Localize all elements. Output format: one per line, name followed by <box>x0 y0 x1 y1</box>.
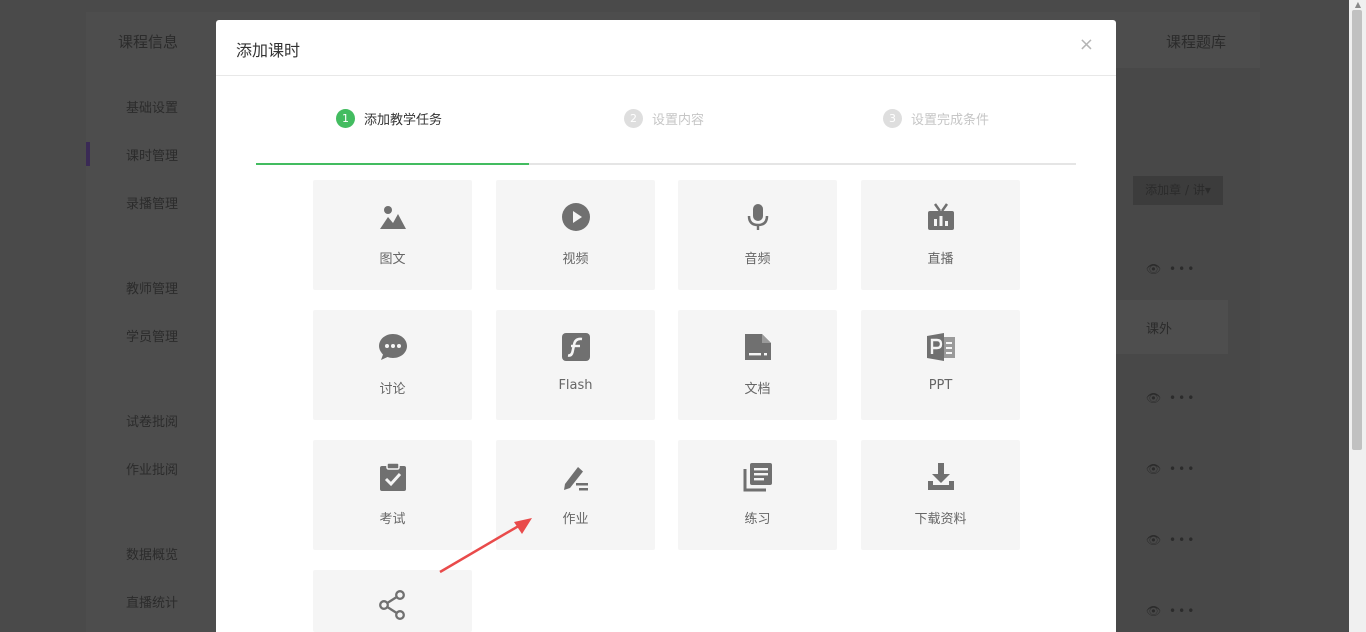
sidebar-active-indicator <box>86 142 90 166</box>
task-tile-label: 音频 <box>744 252 771 267</box>
task-tile-audio[interactable]: 音频 <box>678 180 837 290</box>
background-tab-course-info: 课程信息 <box>118 33 179 51</box>
task-tile-label: 练习 <box>744 512 771 527</box>
step-3-label: 设置完成条件 <box>911 112 990 128</box>
task-tile-image-text[interactable]: 图文 <box>313 180 472 290</box>
image-icon <box>313 202 472 234</box>
task-tile-video[interactable]: 视频 <box>496 180 655 290</box>
sidebar-item-student-management: 学员管理 <box>126 330 179 345</box>
background-outside-label: 课外 <box>1146 322 1173 337</box>
background-row-actions: 👁 ••• <box>1146 604 1197 618</box>
scroll-up-icon[interactable]: ▲ <box>1352 0 1364 10</box>
sidebar-item-teacher-management: 教师管理 <box>126 282 179 297</box>
task-tile-label: 讨论 <box>379 382 406 397</box>
step-1-number: 1 <box>336 108 355 128</box>
background-add-chapter-button: 添加章 / 讲▾ <box>1133 176 1223 205</box>
modal-title: 添加课时 <box>236 41 301 60</box>
task-tile-live[interactable]: 直播 <box>861 180 1020 290</box>
step-1: 1 添加教学任务 <box>336 108 442 128</box>
task-tile-label: Flash <box>558 378 593 393</box>
step-1-label: 添加教学任务 <box>364 112 443 128</box>
play-icon <box>496 202 655 234</box>
list-icon <box>678 462 837 494</box>
modal-header: 添加课时 × <box>216 20 1116 76</box>
sidebar-item-lesson-management: 课时管理 <box>126 149 179 164</box>
annotation-arrow-icon <box>439 518 532 574</box>
sidebar-item-data-overview: 数据概览 <box>126 548 179 563</box>
task-tile-download[interactable]: 下载资料 <box>861 440 1020 550</box>
sidebar-item-exam-review: 试卷批阅 <box>126 415 179 430</box>
ppt-icon <box>861 332 1020 364</box>
sidebar-item-basic-settings: 基础设置 <box>126 101 179 116</box>
scrollbar-thumb[interactable] <box>1352 10 1362 450</box>
sidebar-item-live-statistics: 直播统计 <box>126 596 179 611</box>
clipboard-check-icon <box>313 462 472 494</box>
background-row-actions: 👁 ••• <box>1146 391 1197 405</box>
step-2: 2 设置内容 <box>624 108 704 128</box>
step-indicator: 1 添加教学任务 2 设置内容 3 设置完成条件 <box>256 100 1076 165</box>
microphone-icon <box>678 202 837 234</box>
task-tile-practice[interactable]: 练习 <box>678 440 837 550</box>
chat-icon <box>313 332 472 364</box>
task-tile-discussion[interactable]: 讨论 <box>313 310 472 420</box>
document-icon <box>678 332 837 364</box>
share-icon <box>313 590 472 622</box>
step-3-number: 3 <box>883 108 902 128</box>
task-tile-label: 直播 <box>927 252 954 267</box>
step-2-label: 设置内容 <box>652 112 705 128</box>
flash-icon <box>496 332 655 364</box>
step-2-number: 2 <box>624 108 643 128</box>
sidebar-item-homework-review: 作业批阅 <box>126 463 179 478</box>
task-tile-document[interactable]: 文档 <box>678 310 837 420</box>
task-tile-flash[interactable]: Flash <box>496 310 655 420</box>
add-lesson-modal: 添加课时 × 1 添加教学任务 2 设置内容 3 设置完成条件 图文 视频 音频… <box>216 20 1116 632</box>
pencil-icon <box>496 462 655 494</box>
tv-icon <box>861 202 1020 234</box>
step-3: 3 设置完成条件 <box>883 108 989 128</box>
task-tile-label: PPT <box>928 378 953 393</box>
sidebar-item-recording-management: 录播管理 <box>126 197 179 212</box>
task-tile-label: 图文 <box>379 252 406 267</box>
background-tab-question-bank: 课程题库 <box>1166 33 1227 51</box>
task-tile-label: 视频 <box>562 252 589 267</box>
background-row-actions: 👁 ••• <box>1146 533 1197 547</box>
close-icon[interactable]: × <box>1079 35 1094 55</box>
background-row-actions: 👁 ••• <box>1146 462 1197 476</box>
background-row-actions: 👁 ••• <box>1146 262 1197 276</box>
step-progress-fill <box>256 163 529 165</box>
task-tile-label: 文档 <box>744 382 771 397</box>
task-tile-ppt[interactable]: PPT <box>861 310 1020 420</box>
download-icon <box>861 462 1020 494</box>
task-tile-label: 下载资料 <box>914 512 967 527</box>
